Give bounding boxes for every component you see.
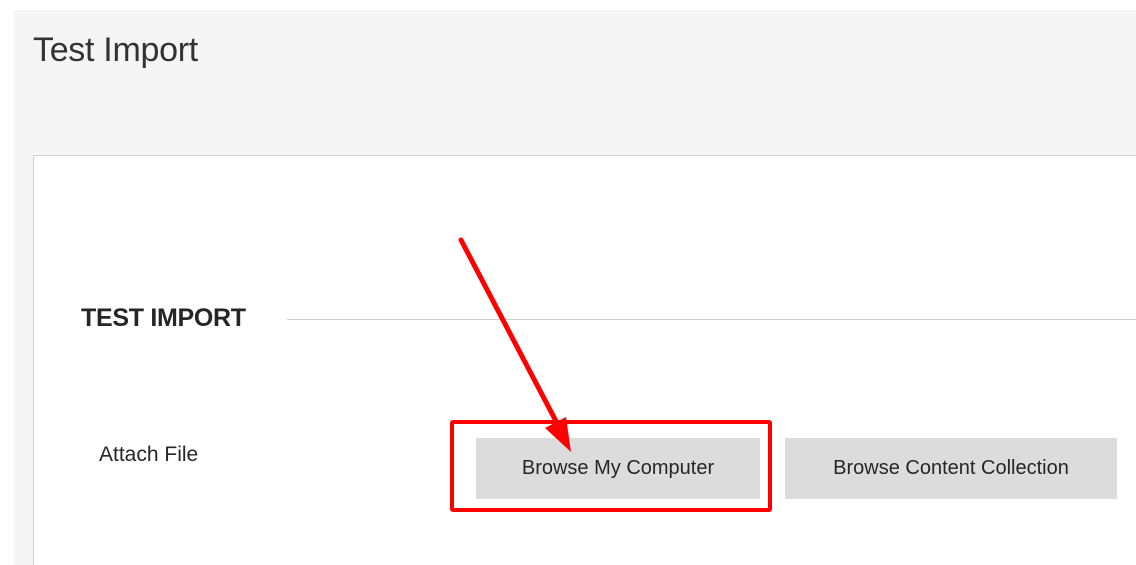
import-form-panel <box>33 155 1136 565</box>
browse-content-collection-button[interactable]: Browse Content Collection <box>785 438 1117 499</box>
page: Test Import TEST IMPORT Attach File Brow… <box>0 0 1136 565</box>
page-title: Test Import <box>33 31 198 69</box>
browse-my-computer-button[interactable]: Browse My Computer <box>476 438 760 499</box>
section-divider <box>287 319 1136 320</box>
attach-file-label: Attach File <box>99 443 199 466</box>
section-heading: TEST IMPORT <box>81 304 246 332</box>
